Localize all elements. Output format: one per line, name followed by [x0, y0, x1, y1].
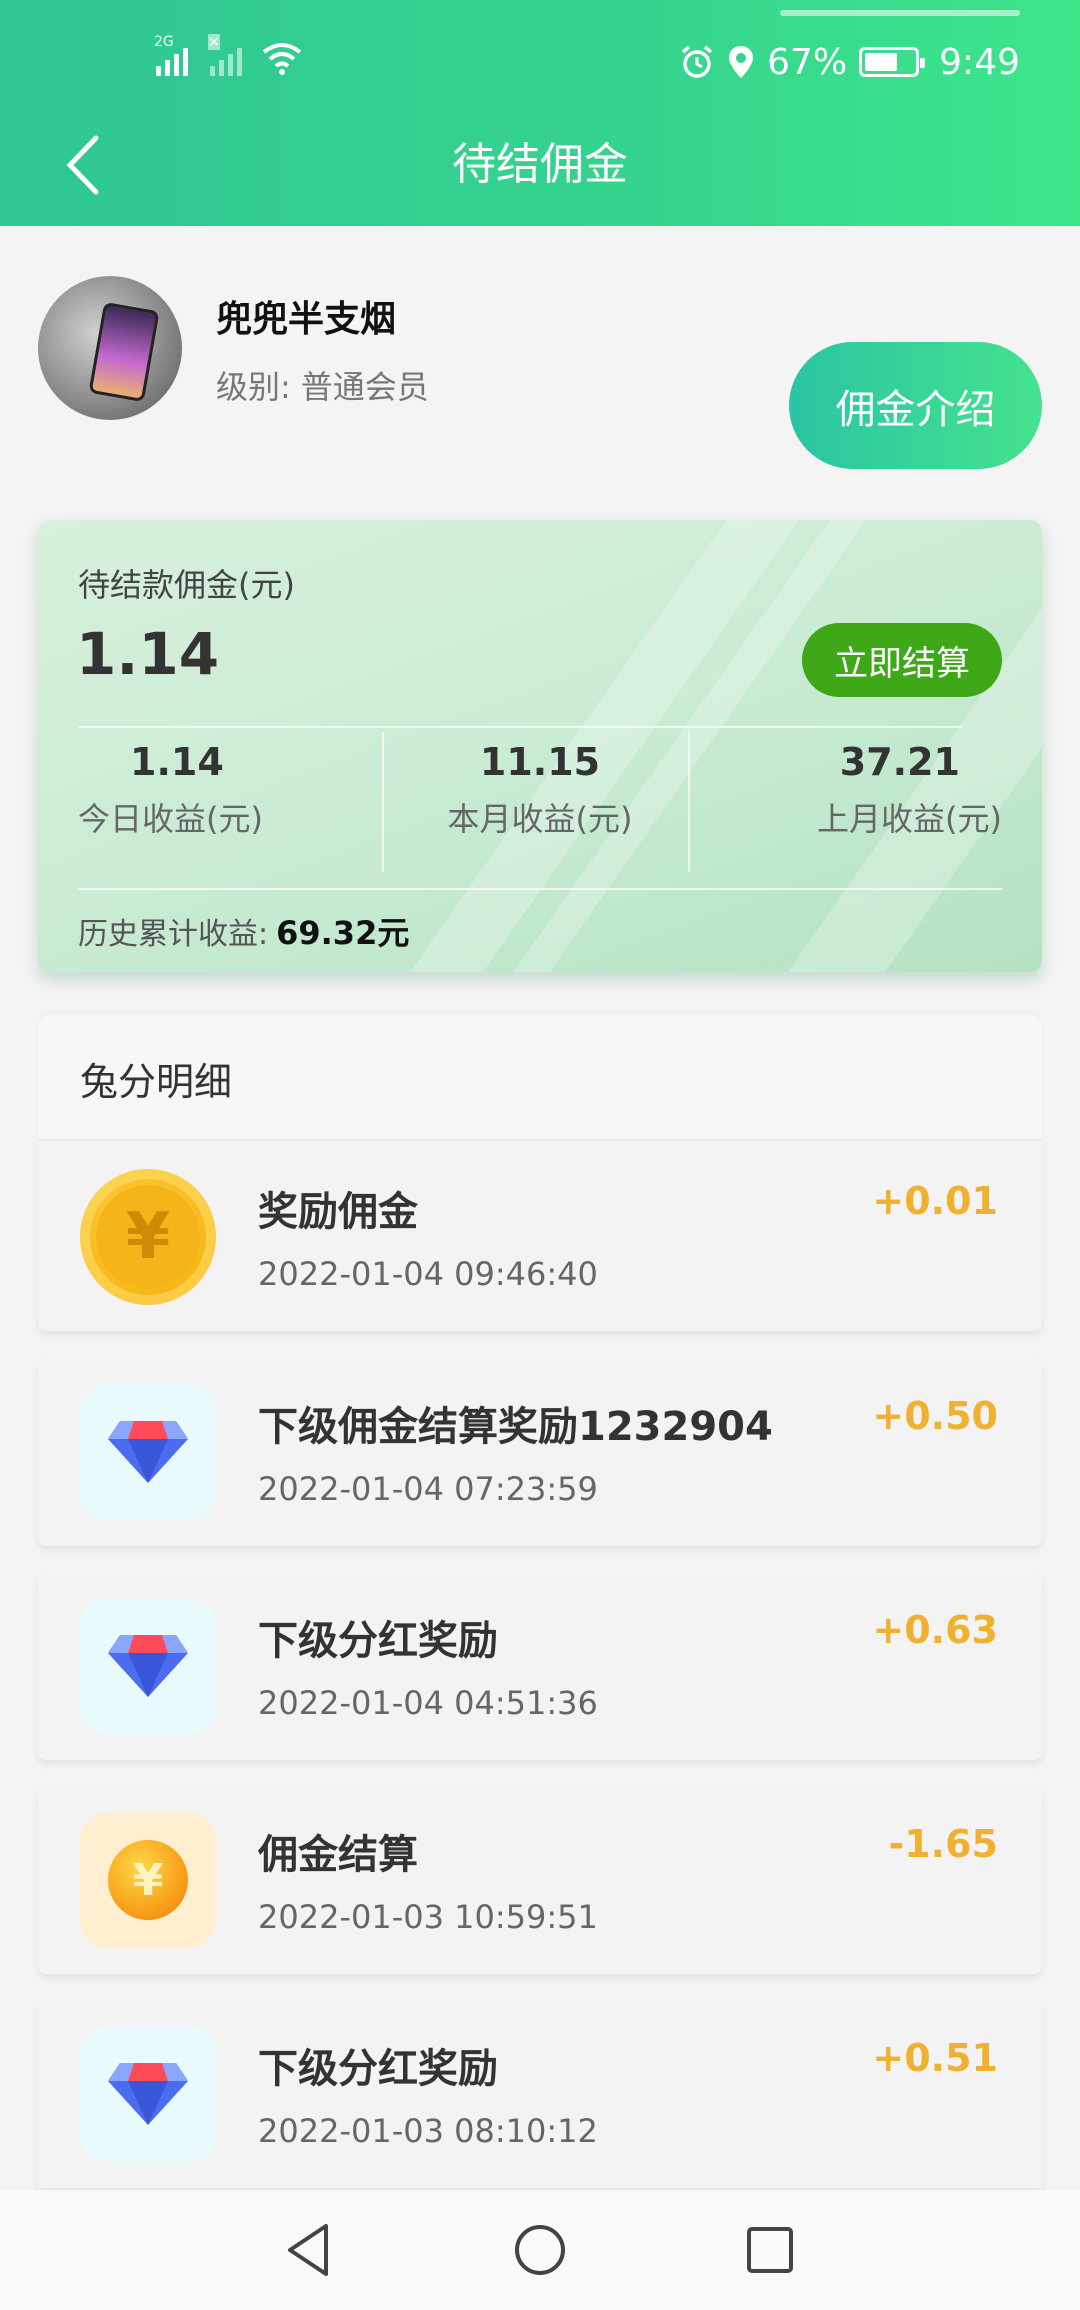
alarm-icon: [682, 45, 713, 78]
pending-amount: 1.14: [76, 620, 220, 688]
divider: [78, 888, 1002, 890]
item-title: 奖励佣金: [258, 1189, 418, 1235]
item-amount: +0.01: [872, 1179, 998, 1223]
stat-value: 1.14: [130, 740, 224, 784]
stat-label: 今日收益(元): [78, 800, 263, 838]
page-title: 待结佣金: [452, 139, 628, 190]
item-time: 2022-01-04 07:23:59: [258, 1470, 598, 1508]
detail-section-header: 兔分明细: [38, 1015, 1042, 1141]
pending-label: 待结款佣金(元): [78, 566, 295, 604]
battery-percent: 67%: [767, 41, 848, 83]
item-time: 2022-01-04 04:51:36: [258, 1684, 598, 1722]
diamond-icon: [80, 1598, 216, 1734]
stat-label: 上月收益(元): [817, 800, 1002, 838]
commission-intro-button[interactable]: 佣金介绍: [789, 342, 1042, 469]
item-amount: +0.50: [872, 1394, 998, 1438]
history-label: 历史累计收益:: [78, 917, 269, 952]
list-item[interactable]: 下级佣金结算奖励1232904 2022-01-04 07:23:59 +0.5…: [38, 1360, 1042, 1546]
history-total: 历史累计收益: 69.32元: [78, 908, 409, 954]
list-item[interactable]: 下级分红奖励 2022-01-03 08:10:12 +0.51: [38, 2002, 1042, 2188]
signal-group: 2G ×: [154, 34, 302, 76]
location-icon: [729, 46, 754, 78]
user-name: 兜兜半支烟: [216, 299, 397, 340]
signal-sim2-icon: ×: [208, 34, 242, 76]
nav-back-icon[interactable]: [280, 2220, 340, 2280]
user-level: 级别: 普通会员: [216, 362, 429, 408]
history-value: 69.32元: [276, 914, 410, 952]
divider: [688, 732, 690, 872]
list-item[interactable]: ¥ 奖励佣金 2022-01-04 09:46:40 +0.01: [38, 1141, 1042, 1331]
item-time: 2022-01-03 08:10:12: [258, 2112, 598, 2150]
top-indicator: [780, 10, 1020, 16]
stat-value: 11.15: [479, 740, 601, 784]
list-item[interactable]: ¥ 佣金结算 2022-01-03 10:59:51 -1.65: [38, 1788, 1042, 1974]
item-time: 2022-01-03 10:59:51: [258, 1898, 598, 1936]
stat-today: 1.14 今日收益(元): [78, 740, 378, 840]
yen-coin-icon: ¥: [80, 1169, 216, 1305]
battery-icon: [859, 47, 926, 77]
item-title: 佣金结算: [258, 1832, 418, 1878]
item-amount: +0.63: [872, 1608, 998, 1652]
stat-label: 本月收益(元): [447, 800, 633, 838]
item-title: 下级分红奖励: [258, 2046, 498, 2092]
item-amount: -1.65: [888, 1822, 998, 1866]
item-title: 下级佣金结算奖励1232904: [258, 1404, 773, 1450]
wifi-icon: [262, 43, 302, 75]
divider: [382, 732, 384, 872]
avatar-phone-image: [88, 301, 160, 403]
signal-icon: 2G: [154, 34, 188, 76]
stat-last-month: 37.21 上月收益(元): [702, 740, 1002, 840]
nav-recents-icon[interactable]: [740, 2220, 800, 2280]
divider: [78, 726, 962, 728]
level-label: 级别:: [216, 368, 291, 406]
app-header: 2G × 67% 9:49 待结佣金: [0, 0, 1080, 226]
detail-title: 兔分明细: [80, 1060, 233, 1104]
clock: 9:49: [939, 41, 1020, 83]
stat-month: 11.15 本月收益(元): [390, 740, 690, 840]
commission-summary-card: 待结款佣金(元) 1.14 立即结算 1.14 今日收益(元) 11.15 本月…: [38, 520, 1042, 972]
diamond-icon: [80, 2026, 216, 2162]
item-amount: +0.51: [872, 2036, 998, 2080]
avatar[interactable]: [38, 276, 182, 420]
status-bar: 2G × 67% 9:49: [0, 30, 1080, 94]
diamond-icon: [80, 1384, 216, 1520]
settle-now-button[interactable]: 立即结算: [802, 623, 1002, 697]
status-right: 67% 9:49: [679, 30, 1020, 94]
system-nav-bar: [0, 2190, 1080, 2310]
level-value: 普通会员: [300, 368, 429, 406]
stat-value: 37.21: [839, 740, 960, 784]
item-title: 下级分红奖励: [258, 1618, 498, 1664]
item-time: 2022-01-04 09:46:40: [258, 1255, 598, 1293]
list-item[interactable]: 下级分红奖励 2022-01-04 04:51:36 +0.63: [38, 1574, 1042, 1760]
nav-home-icon[interactable]: [510, 2220, 570, 2280]
yen-coin-small-icon: ¥: [80, 1812, 216, 1948]
